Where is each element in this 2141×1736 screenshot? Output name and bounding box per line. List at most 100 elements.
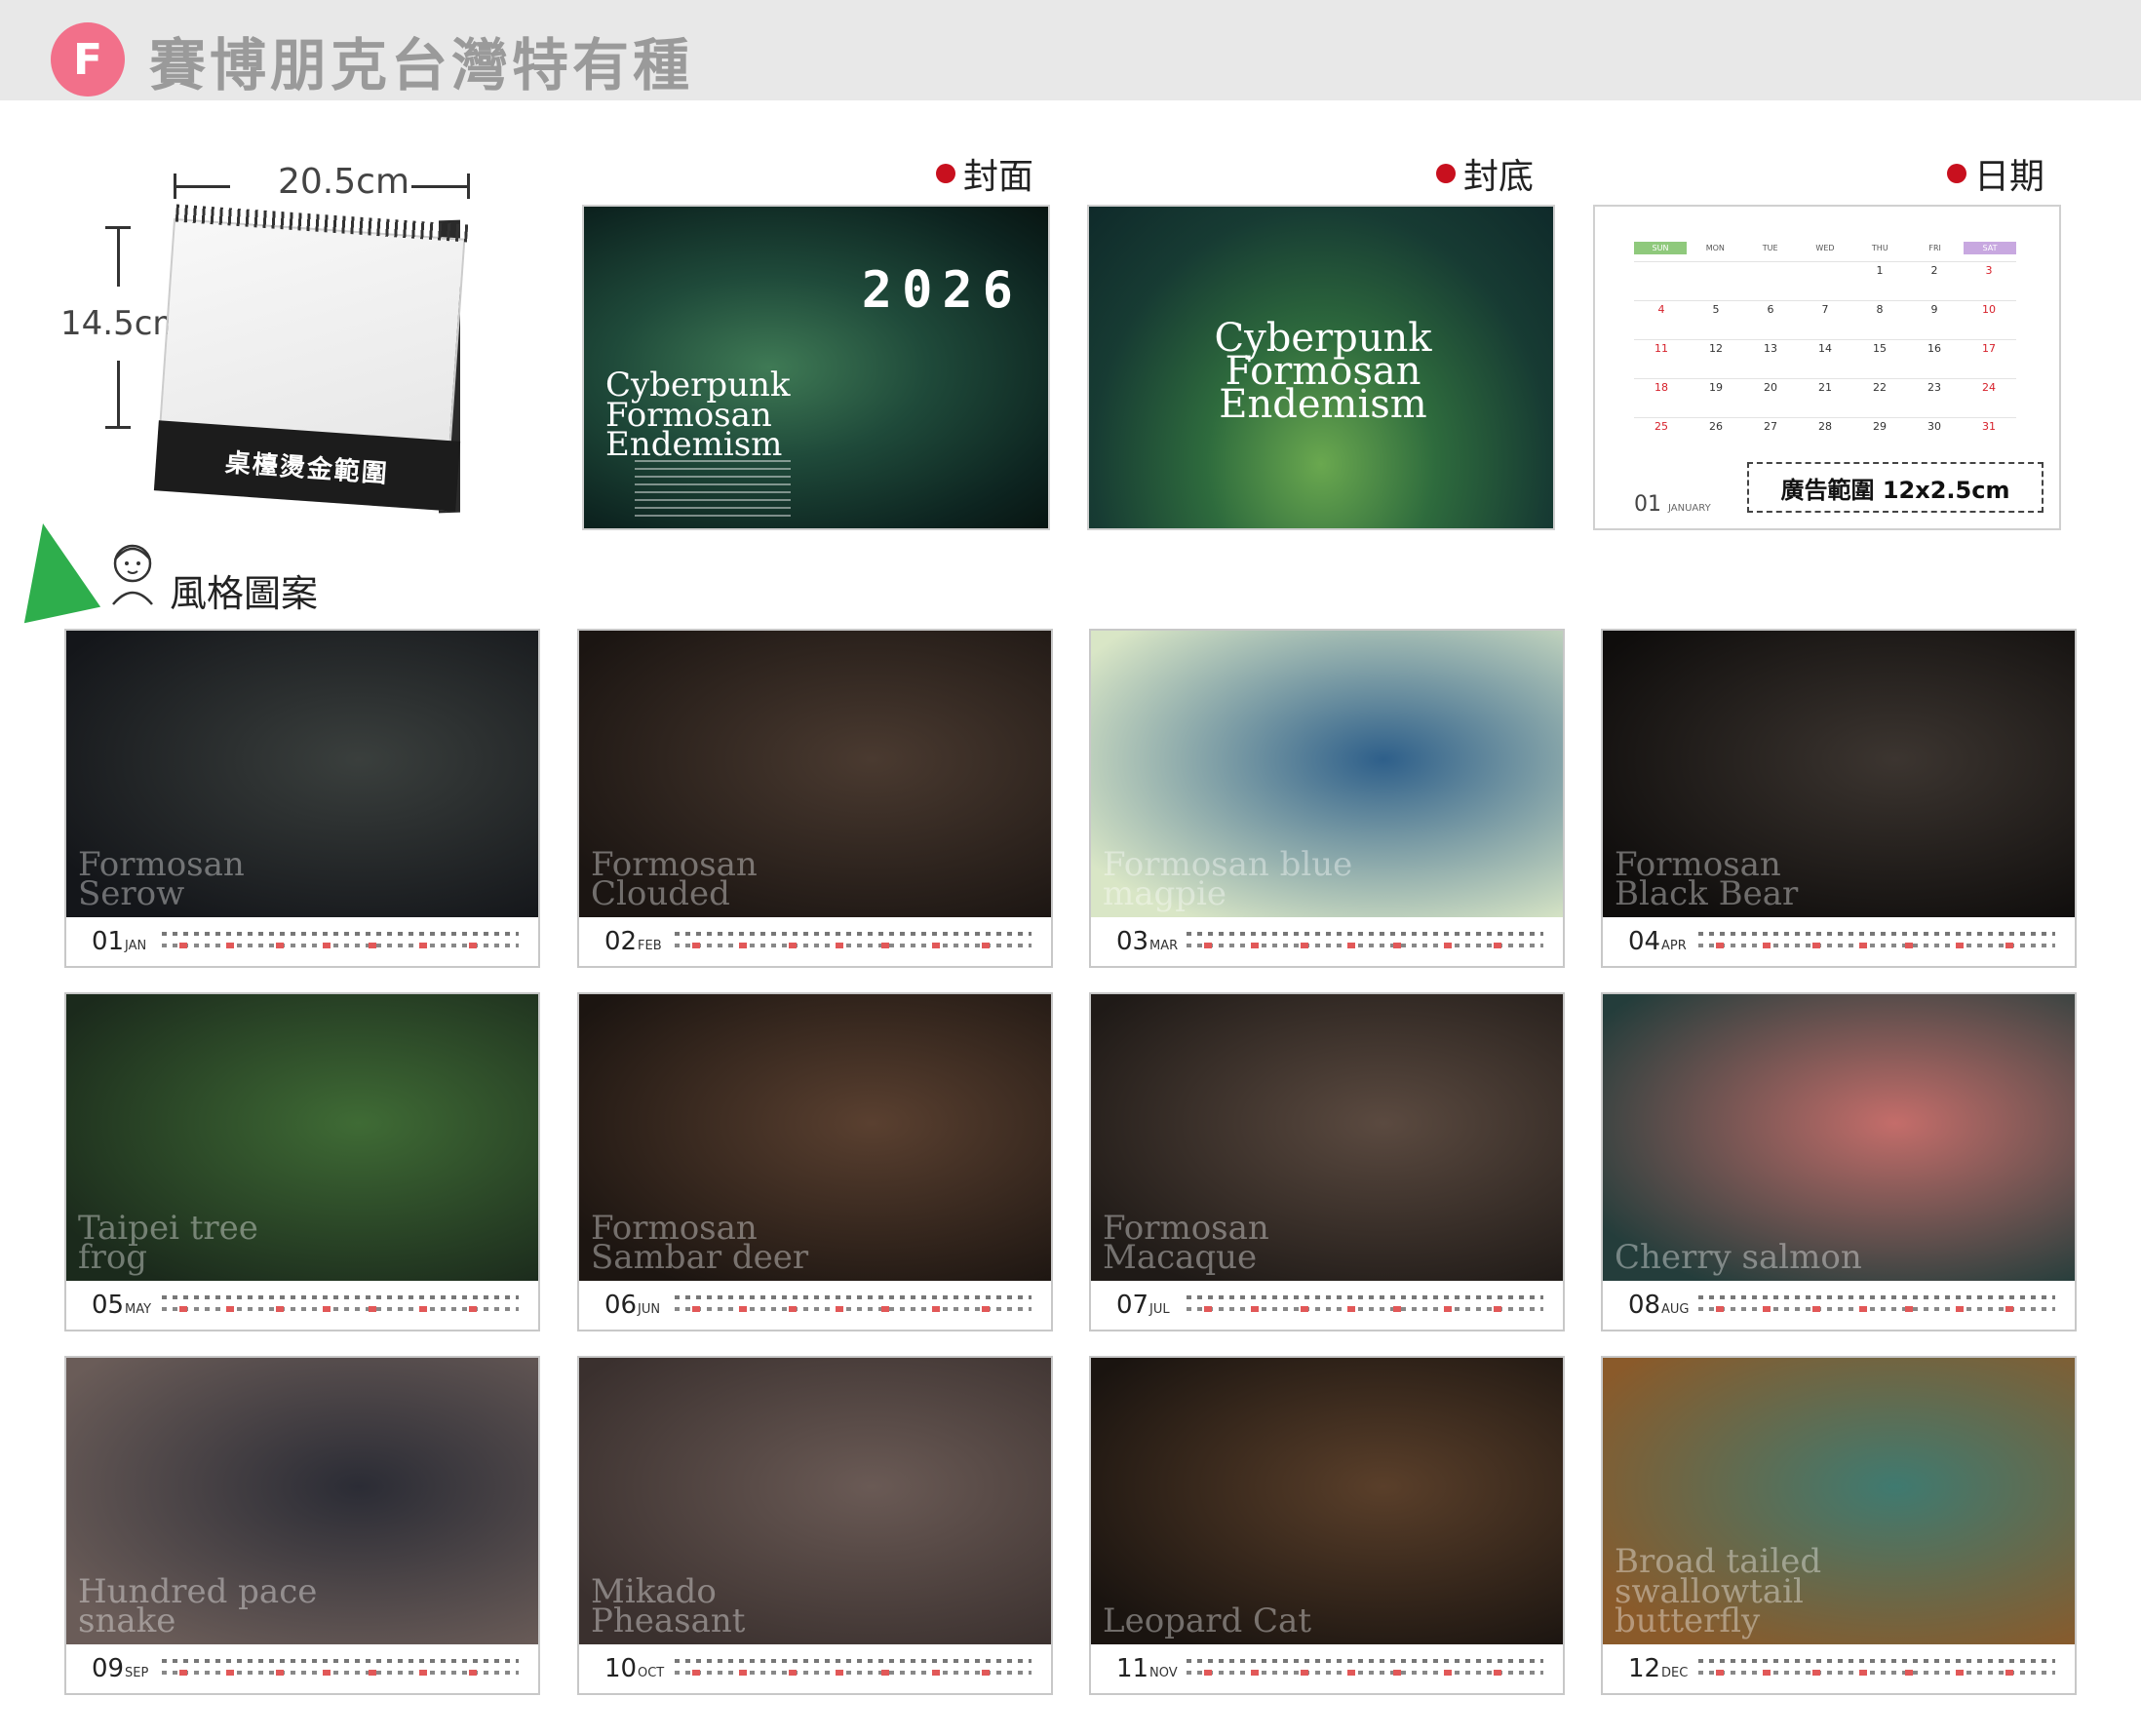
weekend-marker: [789, 1670, 798, 1676]
back-cover-preview: Cyberpunk Formosan Endemism: [1087, 205, 1555, 530]
weekend-marker: [931, 943, 940, 948]
width-dimension-arrow-left: [174, 174, 230, 199]
date-cell: 7: [1798, 300, 1852, 339]
month-abbr: OCT: [638, 1666, 665, 1680]
month-artwork: Taipei tree frog: [66, 994, 538, 1281]
date-cell: [1634, 261, 1689, 300]
weekend-marker: [1493, 1670, 1501, 1676]
weekend-marker: [225, 1670, 234, 1676]
weekend-marker: [881, 943, 890, 948]
date-cell: 31: [1962, 417, 2016, 456]
weekend-marker: [1812, 943, 1821, 948]
date-month-number: 01: [1634, 492, 1661, 517]
weekend-marker: [179, 1306, 188, 1312]
desk-calendar-mockup: 桌檯燙金範圍: [146, 204, 497, 536]
month-card: Broad tailed swallowtail butterfly 12 DEC: [1601, 1356, 2077, 1695]
cover-title: Cyberpunk Formosan Endemism: [605, 368, 800, 461]
weekend-marker: [418, 943, 427, 948]
month-footer: 08 AUG: [1603, 1281, 2075, 1330]
weekend-marker: [881, 1670, 890, 1676]
month-footer: 12 DEC: [1603, 1644, 2075, 1693]
weekend-marker: [369, 943, 377, 948]
day-strip: [162, 929, 519, 950]
weekend-marker: [1301, 1306, 1309, 1312]
cover-preview: 2026 Cyberpunk Formosan Endemism: [582, 205, 1050, 530]
weekend-marker: [276, 943, 285, 948]
date-cell: 6: [1743, 300, 1798, 339]
day-strip: [675, 929, 1032, 950]
foil-area-label: 桌檯燙金範圍: [223, 447, 390, 489]
weekend-marker: [369, 1670, 377, 1676]
weekend-marker: [2005, 1670, 2013, 1676]
weekend-marker: [1493, 943, 1501, 948]
date-month-name: JANUARY: [1668, 503, 1711, 514]
weekend-marker: [418, 1306, 427, 1312]
month-card: Taipei tree frog 05 MAY: [64, 992, 540, 1331]
date-label: 日期: [1947, 148, 2044, 199]
month-number: 04: [1628, 927, 1661, 956]
width-dimension-arrow-right: [411, 174, 470, 199]
month-artwork: Broad tailed swallowtail butterfly: [1603, 1358, 2075, 1644]
month-footer: 06 JUN: [579, 1281, 1051, 1330]
weekend-marker: [738, 1670, 747, 1676]
weekend-marker: [1301, 943, 1309, 948]
weekend-marker: [1250, 943, 1259, 948]
day-strip: [675, 1292, 1032, 1314]
weekend-marker: [2005, 943, 2013, 948]
date-cell: 19: [1689, 378, 1743, 417]
weekday-label: SAT: [1963, 242, 2016, 254]
day-strip: [1698, 929, 2055, 950]
cover-label-text: 封面: [963, 157, 1034, 197]
month-abbr: MAY: [125, 1302, 152, 1317]
month-abbr: APR: [1661, 939, 1687, 953]
month-footer: 04 APR: [1603, 917, 2075, 966]
girl-doodle-icon: [112, 544, 153, 605]
weekend-marker: [179, 943, 188, 948]
weekend-marker: [981, 1670, 990, 1676]
weekend-marker: [468, 943, 477, 948]
height-dimension-arrow-bottom: [105, 361, 131, 429]
date-cell: 27: [1743, 417, 1798, 456]
weekend-marker: [1204, 1670, 1213, 1676]
month-number: 03: [1116, 927, 1149, 956]
date-grid: 1 2 3 4 5 6 7 8 9 10 11 12 13 14 15 16 17 18 19 20 21 22 23 24 2…: [1634, 261, 2016, 446]
weekend-marker: [931, 1306, 940, 1312]
month-footer: 09 SEP: [66, 1644, 538, 1693]
month-artwork: Cherry salmon: [1603, 994, 2075, 1281]
species-name: Mikado Pheasant: [591, 1571, 746, 1641]
weekend-marker: [738, 1306, 747, 1312]
date-label-text: 日期: [1974, 157, 2045, 197]
species-name: Formosan Serow: [78, 844, 245, 914]
weekend-marker: [1858, 1670, 1867, 1676]
date-cell: 4: [1634, 300, 1689, 339]
date-cell: 26: [1689, 417, 1743, 456]
date-cell: 11: [1634, 339, 1689, 378]
month-abbr: MAR: [1149, 939, 1179, 953]
back-title-line: Endemism: [1219, 382, 1427, 427]
weekend-marker: [1812, 1306, 1821, 1312]
month-abbr: FEB: [638, 939, 662, 953]
date-cell: 17: [1962, 339, 2016, 378]
date-cell: 21: [1798, 378, 1852, 417]
weekend-marker: [835, 943, 843, 948]
page-title: 賽博朋克台灣特有種: [149, 32, 694, 98]
weekend-marker: [1905, 1306, 1914, 1312]
date-page-month: 01 JANUARY: [1634, 492, 1711, 517]
species-name: Formosan Sambar deer: [591, 1208, 809, 1278]
day-strip: [162, 1656, 519, 1678]
species-name: Taipei tree frog: [78, 1208, 258, 1278]
month-card: Formosan Black Bear 04 APR: [1601, 629, 2077, 968]
weekend-marker: [789, 943, 798, 948]
weekend-marker: [835, 1670, 843, 1676]
cover-species-list: [635, 460, 791, 519]
date-cell: 13: [1743, 339, 1798, 378]
section-badge: F: [51, 22, 125, 96]
weekend-marker: [1716, 1670, 1725, 1676]
month-number: 02: [604, 927, 638, 956]
weekend-marker: [1250, 1670, 1259, 1676]
style-section-title: 風格圖案: [170, 572, 319, 615]
weekend-marker: [1812, 1670, 1821, 1676]
weekday-label: WED: [1815, 244, 1835, 252]
month-footer: 07 JUL: [1091, 1281, 1563, 1330]
date-cell: 10: [1962, 300, 2016, 339]
